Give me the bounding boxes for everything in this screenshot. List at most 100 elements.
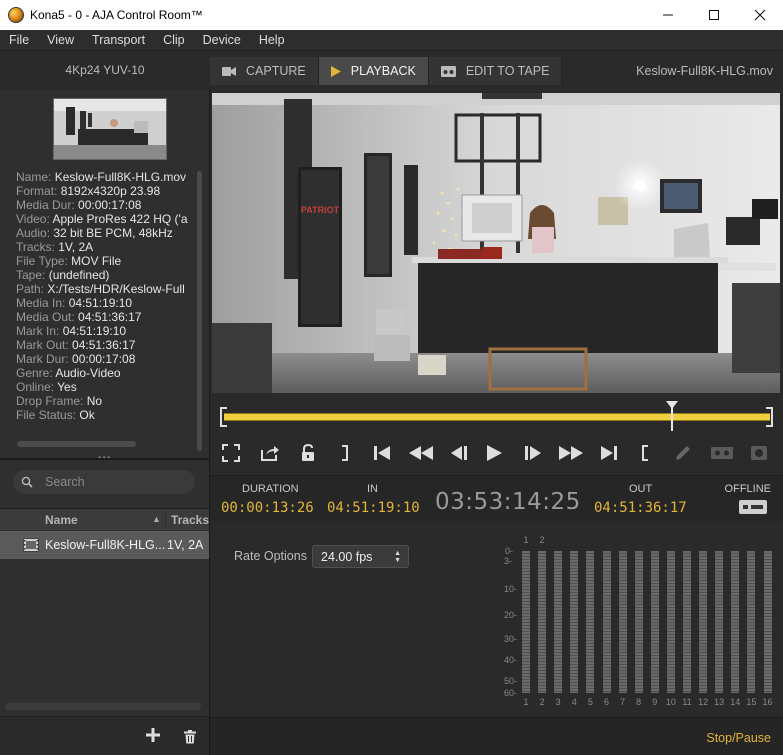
search-input[interactable] bbox=[45, 475, 185, 489]
edit-button[interactable] bbox=[674, 444, 692, 462]
info-key: Name: bbox=[16, 170, 52, 184]
menu-device[interactable]: Device bbox=[194, 33, 250, 47]
info-horizontal-scrollbar[interactable] bbox=[17, 441, 136, 447]
delete-clip-button[interactable] bbox=[184, 730, 196, 747]
meter-channel-label: 4 bbox=[571, 697, 577, 707]
menu-file[interactable]: File bbox=[0, 33, 38, 47]
meter-channel-label: 3 bbox=[555, 697, 561, 707]
info-value: 04:51:19:10 bbox=[62, 324, 127, 338]
info-value: 04:51:19:10 bbox=[68, 296, 133, 310]
info-row: Video: Apple ProRes 422 HQ ('a bbox=[16, 212, 196, 226]
fast-forward-icon bbox=[559, 446, 583, 460]
rate-options-select[interactable]: 24.00 fps ▲ ▼ bbox=[312, 545, 409, 568]
info-vertical-scrollbar[interactable] bbox=[197, 171, 202, 451]
meter-channel-label: 15 bbox=[746, 697, 757, 707]
in-value[interactable]: 04:51:19:10 bbox=[327, 500, 420, 516]
skip-to-start-icon bbox=[374, 446, 390, 460]
menu-help[interactable]: Help bbox=[250, 33, 294, 47]
info-value: Audio-Video bbox=[55, 366, 121, 380]
minimize-button[interactable] bbox=[645, 0, 691, 30]
mark-out-button[interactable] bbox=[340, 444, 350, 462]
clip-thumbnail[interactable] bbox=[53, 98, 167, 160]
info-value: X:/Tests/HDR/Keslow-Full bbox=[47, 282, 185, 296]
updown-chevron-icon: ▲ ▼ bbox=[394, 550, 401, 564]
clip-name: Keslow-Full8K-HLG... bbox=[45, 538, 166, 552]
info-key: Format: bbox=[16, 184, 58, 198]
lock-button[interactable] bbox=[301, 444, 315, 462]
audio-meter-bar bbox=[683, 551, 691, 693]
info-value: Keslow-Full8K-HLG.mov bbox=[54, 170, 187, 184]
tab-playback[interactable]: PLAYBACK bbox=[318, 57, 429, 85]
info-row: Tracks: 1V, 2A bbox=[16, 240, 196, 254]
info-row: Mark Dur: 00:00:17:08 bbox=[16, 352, 196, 366]
audio-meter-bar bbox=[554, 551, 563, 693]
info-row: Media Out: 04:51:36:17 bbox=[16, 310, 196, 324]
meter-scale-label: 20- bbox=[504, 610, 518, 620]
meter-channel-label: 7 bbox=[620, 697, 626, 707]
info-value: 8192x4320p 23.98 bbox=[60, 184, 161, 198]
offline-label: OFFLINE bbox=[724, 483, 771, 495]
maximize-button[interactable] bbox=[691, 0, 737, 30]
step-back-button[interactable] bbox=[450, 444, 468, 462]
current-filename: Keslow-Full8K-HLG.mov bbox=[636, 64, 773, 78]
info-row: File Type: MOV File bbox=[16, 254, 196, 268]
info-key: File Status: bbox=[16, 408, 77, 422]
svg-text:PATRIOT: PATRIOT bbox=[301, 205, 340, 215]
out-value[interactable]: 04:51:36:17 bbox=[594, 500, 687, 516]
audio-meter-bar bbox=[715, 551, 724, 693]
playhead-handle[interactable] bbox=[665, 401, 678, 409]
tab-capture-label: CAPTURE bbox=[246, 64, 306, 78]
fullscreen-button[interactable] bbox=[222, 444, 240, 462]
meter-channel-label: 10 bbox=[665, 697, 676, 707]
fast-forward-button[interactable] bbox=[558, 444, 584, 462]
timeline-scrubber[interactable] bbox=[210, 395, 783, 433]
clip-tracks: 1V, 2A bbox=[167, 538, 204, 552]
audio-meter-bar bbox=[538, 551, 547, 693]
transport-status: Stop/Pause bbox=[706, 731, 771, 745]
menu-view[interactable]: View bbox=[38, 33, 83, 47]
camera-icon bbox=[222, 66, 236, 76]
audio-meter-bar bbox=[731, 551, 740, 693]
add-clip-button[interactable] bbox=[146, 728, 160, 744]
column-header-name[interactable]: Name ▲ bbox=[0, 513, 165, 527]
mark-in-button[interactable] bbox=[640, 444, 650, 462]
info-row: Mark Out: 04:51:36:17 bbox=[16, 338, 196, 352]
duration-value: 00:00:13:26 bbox=[221, 500, 314, 516]
info-row: Tape: (undefined) bbox=[16, 268, 196, 282]
close-button[interactable] bbox=[737, 0, 783, 30]
info-key: Path: bbox=[16, 282, 45, 296]
tape-icon bbox=[440, 65, 456, 77]
tape-deck-button[interactable] bbox=[710, 444, 734, 462]
export-button[interactable] bbox=[260, 444, 280, 462]
list-horizontal-scrollbar[interactable] bbox=[5, 703, 201, 710]
record-button[interactable] bbox=[750, 444, 768, 462]
go-to-start-button[interactable] bbox=[373, 444, 391, 462]
meter-scale-label: 3- bbox=[504, 556, 513, 566]
info-value: Ok bbox=[79, 408, 95, 422]
menu-clip[interactable]: Clip bbox=[154, 33, 194, 47]
tab-edit-to-tape[interactable]: EDIT TO TAPE bbox=[428, 57, 563, 85]
info-value: 00:00:17:08 bbox=[78, 198, 142, 212]
title-bar: Kona5 - 0 - AJA Control Room™ bbox=[0, 0, 783, 30]
step-forward-icon bbox=[525, 446, 541, 460]
info-value: Apple ProRes 422 HQ ('a bbox=[52, 212, 188, 226]
column-name-label: Name bbox=[45, 512, 78, 527]
info-value: MOV File bbox=[71, 254, 122, 268]
video-preview[interactable]: PATRIOT bbox=[212, 93, 780, 393]
timeline-bar[interactable] bbox=[224, 413, 770, 421]
tab-capture[interactable]: CAPTURE bbox=[210, 57, 319, 85]
step-forward-button[interactable] bbox=[524, 444, 542, 462]
info-value: 04:51:36:17 bbox=[78, 310, 142, 324]
clip-list-row[interactable]: Keslow-Full8K-HLG... 1V, 2A bbox=[0, 531, 209, 559]
play-button[interactable] bbox=[486, 444, 502, 462]
audio-meter-bar bbox=[666, 551, 675, 693]
tab-edit-to-tape-label: EDIT TO TAPE bbox=[465, 64, 550, 78]
search-box[interactable] bbox=[13, 470, 195, 494]
rewind-button[interactable] bbox=[408, 444, 434, 462]
meter-scale-label: 10- bbox=[504, 584, 518, 594]
menu-transport[interactable]: Transport bbox=[83, 33, 154, 47]
meter-scale-label: 30- bbox=[504, 634, 518, 644]
column-header-tracks[interactable]: Tracks bbox=[164, 512, 209, 527]
options-and-meters: Rate Options 24.00 fps ▲ ▼ 0- 3- 10- 20- 30- 4… bbox=[210, 523, 783, 717]
go-to-end-button[interactable] bbox=[600, 444, 618, 462]
